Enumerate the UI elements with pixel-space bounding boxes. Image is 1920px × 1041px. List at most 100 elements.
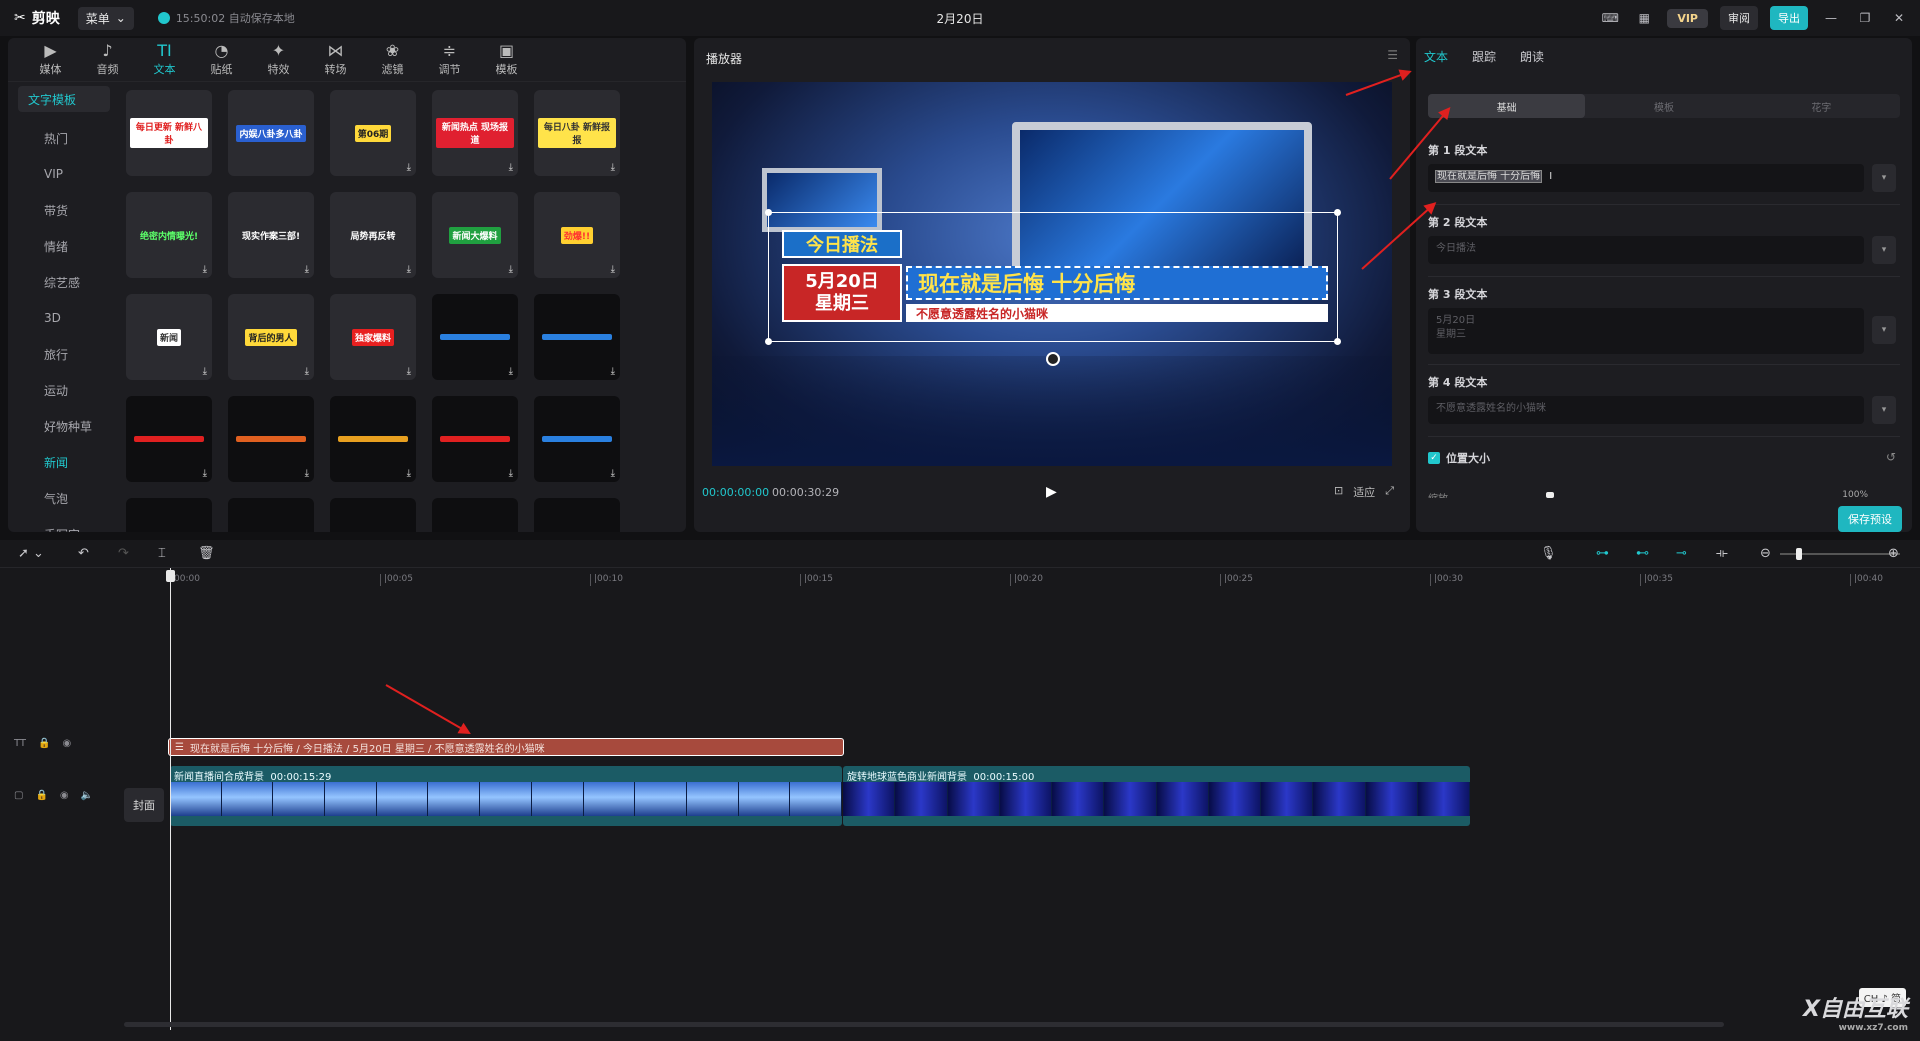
screenshot-icon[interactable]: ⊡ (1334, 484, 1343, 500)
tool-4[interactable]: ✦ 特效 (250, 38, 307, 81)
template-tile[interactable]: 内娱八卦多八卦 (228, 90, 314, 176)
tool-7[interactable]: ≑ 调节 (421, 38, 478, 81)
category-item[interactable]: 运动 (18, 372, 110, 408)
template-tile[interactable]: ⤓ (126, 498, 212, 532)
minimize-icon[interactable]: — (1820, 7, 1842, 29)
export-button[interactable]: 导出 (1770, 6, 1808, 30)
template-tile[interactable]: 每日八卦 新鲜报报 ⤓ (534, 90, 620, 176)
resize-handle[interactable] (765, 338, 772, 345)
template-tile[interactable]: 劲爆!! ⤓ (534, 192, 620, 278)
zoom-in-icon[interactable]: ⊕ (1888, 546, 1899, 561)
category-item[interactable]: 带货 (18, 192, 110, 228)
speaker-icon[interactable]: 🔈 (81, 790, 93, 801)
tab-read-aloud[interactable]: 朗读 (1520, 48, 1544, 65)
template-tile[interactable]: 现实作案三部! ⤓ (228, 192, 314, 278)
play-icon[interactable]: ▶ (1046, 484, 1057, 500)
checkbox-icon[interactable]: ✓ (1428, 452, 1440, 464)
category-item[interactable]: 手写字 (18, 516, 110, 533)
link-icon[interactable]: ⊶ (1596, 546, 1609, 561)
field-4-input[interactable]: 不愿意透露姓名的小猫咪 (1428, 396, 1864, 424)
tab-text[interactable]: 文本 (1424, 48, 1448, 65)
download-icon[interactable]: ⤓ (611, 366, 615, 377)
template-tile[interactable]: ⤓ (534, 396, 620, 482)
template-tile[interactable]: ⤓ (330, 396, 416, 482)
download-icon[interactable]: ⤓ (407, 366, 411, 377)
resize-handle[interactable] (1334, 338, 1341, 345)
time-ruler[interactable]: 00:00 |00:05 |00:10 |00:15 |00:20 |00:25 |00:3… (170, 574, 1920, 590)
playhead[interactable] (170, 568, 171, 1030)
tool-0[interactable]: ▶ 媒体 (22, 38, 79, 81)
snap-icon[interactable]: ⊷ (1636, 546, 1649, 561)
field-1-dropdown[interactable]: ▾ (1872, 164, 1896, 192)
keyboard-icon[interactable]: ⌨ (1599, 7, 1621, 29)
template-tile[interactable]: ⤓ (432, 498, 518, 532)
reset-icon[interactable]: ↺ (1886, 450, 1896, 464)
close-icon[interactable]: ✕ (1888, 7, 1910, 29)
redo-icon[interactable]: ↷ (118, 546, 129, 561)
template-tile[interactable]: 每日更新 新鲜八卦 (126, 90, 212, 176)
field-1-input[interactable]: 现在就是后悔 十分后悔 I (1428, 164, 1864, 192)
download-icon[interactable]: ⤓ (203, 366, 207, 377)
download-icon[interactable]: ⤓ (611, 162, 615, 173)
template-tile[interactable]: ⤓ (534, 294, 620, 380)
position-size-section[interactable]: ✓ 位置大小 (1428, 450, 1490, 466)
eye-icon[interactable]: ◉ (63, 738, 72, 749)
download-icon[interactable]: ⤓ (305, 468, 309, 479)
download-icon[interactable]: ⤓ (611, 264, 615, 275)
undo-icon[interactable]: ↶ (78, 546, 89, 561)
rotate-handle-icon[interactable] (1046, 352, 1060, 366)
download-icon[interactable]: ⤓ (509, 366, 513, 377)
cover-button[interactable]: 封面 (124, 788, 164, 822)
delete-icon[interactable]: 🗑 (198, 546, 215, 561)
download-icon[interactable]: ⤓ (407, 468, 411, 479)
tool-1[interactable]: ♪ 音频 (79, 38, 136, 81)
template-tile[interactable]: ⤓ (534, 498, 620, 532)
template-tile[interactable]: ⤓ (432, 396, 518, 482)
template-tile[interactable]: ⤓ (228, 498, 314, 532)
download-icon[interactable]: ⤓ (611, 468, 615, 479)
save-preset-button[interactable]: 保存预设 (1838, 506, 1902, 532)
layout-icon[interactable]: ▦ (1633, 7, 1655, 29)
field-3-input[interactable]: 5月20日 星期三 (1428, 308, 1864, 354)
template-tile[interactable]: 第06期 ⤓ (330, 90, 416, 176)
split-icon[interactable]: ⌶ (158, 546, 166, 561)
resize-handle[interactable] (765, 209, 772, 216)
download-icon[interactable]: ⤓ (203, 264, 207, 275)
fullscreen-icon[interactable]: ⤢ (1385, 484, 1394, 500)
segment-template[interactable]: 模板 (1585, 94, 1742, 118)
field-4-dropdown[interactable]: ▾ (1872, 396, 1896, 424)
zoom-slider-handle[interactable] (1796, 548, 1802, 560)
template-tile[interactable]: 背后的男人 ⤓ (228, 294, 314, 380)
hamburger-icon[interactable]: ☰ (1387, 48, 1398, 62)
category-item[interactable]: 文字模板 (18, 86, 110, 112)
category-item[interactable]: 气泡 (18, 480, 110, 516)
template-tile[interactable]: 绝密内情曝光! ⤓ (126, 192, 212, 278)
field-2-dropdown[interactable]: ▾ (1872, 236, 1896, 264)
preview-canvas[interactable]: 今日播法 5月20日 星期三 现在就是后悔 十分后悔 不愿意透露姓名的小猫咪 (712, 82, 1392, 466)
scale-slider-handle[interactable] (1546, 492, 1554, 498)
resize-handle[interactable] (1334, 209, 1341, 216)
category-item[interactable]: 综艺感 (18, 264, 110, 300)
template-tile[interactable]: 新闻大爆料 ⤓ (432, 192, 518, 278)
download-icon[interactable]: ⤓ (203, 468, 207, 479)
tool-6[interactable]: ❀ 滤镜 (364, 38, 421, 81)
template-tile[interactable]: ⤓ (126, 396, 212, 482)
lock-icon[interactable]: 🔒 (35, 790, 47, 801)
tool-8[interactable]: ▣ 模板 (478, 38, 535, 81)
scale-value[interactable]: 100% (1842, 490, 1868, 498)
tool-5[interactable]: ⋈ 转场 (307, 38, 364, 81)
download-icon[interactable]: ⤓ (305, 264, 309, 275)
align-icon[interactable]: ⟛ (1716, 546, 1728, 561)
lower-third-title[interactable]: 今日播法 5月20日 星期三 现在就是后悔 十分后悔 不愿意透露姓名的小猫咪 (782, 230, 1328, 334)
tab-tracking[interactable]: 跟踪 (1472, 48, 1496, 65)
maximize-icon[interactable]: ❐ (1854, 7, 1876, 29)
download-icon[interactable]: ⤓ (509, 162, 513, 173)
template-tile[interactable]: 新闻热点 现场报道 ⤓ (432, 90, 518, 176)
template-tile[interactable]: 独家爆料 ⤓ (330, 294, 416, 380)
category-item[interactable]: 情绪 (18, 228, 110, 264)
category-item[interactable]: 3D (18, 300, 110, 336)
category-item[interactable]: 热门 (18, 120, 110, 156)
zoom-out-icon[interactable]: ⊖ (1760, 546, 1771, 561)
download-icon[interactable]: ⤓ (305, 366, 309, 377)
microphone-icon[interactable]: 🎙 (1540, 546, 1557, 561)
